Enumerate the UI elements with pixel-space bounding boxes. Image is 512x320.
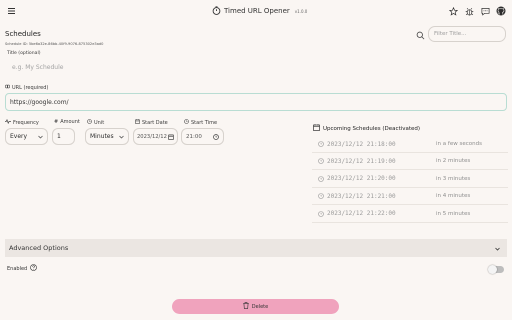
search-icon[interactable]: [414, 29, 426, 41]
upcoming-time: 2023/12/12 21:22:00: [327, 210, 396, 218]
url-label: URL (required): [12, 84, 49, 91]
start-time-value: 21:00: [186, 133, 202, 140]
search-input[interactable]: Filter Title...: [428, 26, 506, 42]
unit-label: Unit: [94, 119, 105, 126]
schedules-title: Schedules: [5, 30, 41, 38]
upcoming-header: Upcoming Schedules (Deactivated): [313, 124, 420, 133]
help-icon[interactable]: [30, 264, 38, 273]
enabled-label: Enabled: [7, 265, 28, 272]
schedule-id: Schedule ID: 5be6a32e-86bb-40f9-9076-875…: [5, 42, 104, 46]
hamburger-menu-icon[interactable]: [5, 5, 17, 17]
timer-icon: [212, 5, 221, 17]
frequency-value: Every: [10, 133, 28, 140]
upcoming-row: 2023/12/12 21:18:00 in a few seconds: [312, 136, 508, 153]
upcoming-relative: in 5 minutes: [436, 210, 471, 217]
clock-icon: [87, 119, 92, 126]
start-time-input[interactable]: 21:00: [181, 128, 224, 145]
hash-icon: #: [54, 119, 59, 125]
calendar-picker-icon[interactable]: [168, 134, 174, 142]
start-date-label-wrap: Start Date: [135, 119, 168, 126]
chevron-down-icon: [119, 134, 124, 141]
clock-icon: [318, 158, 324, 166]
upcoming-relative: in a few seconds: [436, 141, 482, 147]
upcoming-relative: in 4 minutes: [436, 193, 471, 200]
upcoming-time: 2023/12/12 21:19:00: [327, 157, 396, 165]
start-date-input[interactable]: 2023/12/12: [133, 128, 178, 145]
bug-icon[interactable]: [463, 5, 475, 17]
start-time-label: Start Time: [191, 119, 218, 126]
frequency-label-wrap: Frequency: [5, 118, 39, 126]
clock-icon: [318, 210, 324, 219]
delete-label: Delete: [251, 303, 269, 310]
advanced-options-label: Advanced Options: [9, 244, 69, 252]
frequency-select[interactable]: Every: [5, 128, 48, 145]
amount-label: Amount: [60, 119, 80, 125]
frequency-icon: [5, 118, 11, 126]
upcoming-time: 2023/12/12 21:18:00: [327, 140, 396, 148]
start-time-label-wrap: Start Time: [184, 119, 217, 126]
app-version: v1.0.0: [294, 8, 308, 14]
clock-icon: [318, 141, 324, 149]
trash-icon: [243, 302, 249, 311]
unit-value: Minutes: [90, 133, 114, 140]
title-label: Title (optional): [7, 51, 41, 56]
app-title: Timed URL Opener v1.0.0: [212, 5, 307, 17]
link-icon: [5, 84, 10, 91]
upcoming-time: 2023/12/12 21:21:00: [327, 192, 396, 200]
start-date-label: Start Date: [142, 119, 168, 126]
time-picker-icon[interactable]: [213, 134, 219, 142]
title-placeholder: e.g. My Schedule: [12, 64, 64, 71]
enabled-toggle[interactable]: [488, 265, 504, 274]
unit-label-wrap: Unit: [87, 119, 104, 126]
upcoming-title: Upcoming Schedules (Deactivated): [323, 125, 421, 132]
upcoming-relative: in 3 minutes: [436, 175, 471, 182]
chevron-down-icon: [38, 134, 43, 141]
title-input[interactable]: e.g. My Schedule: [5, 58, 507, 77]
clock-icon: [318, 193, 324, 201]
unit-select[interactable]: Minutes: [85, 128, 129, 145]
chat-icon[interactable]: [479, 5, 491, 17]
enabled-row: Enabled: [7, 264, 38, 273]
calendar-icon: [313, 124, 320, 133]
url-label-wrap: URL (required): [5, 84, 48, 91]
upcoming-row: 2023/12/12 21:20:00 in 3 minutes: [312, 171, 508, 188]
delete-button[interactable]: Delete: [172, 299, 339, 314]
upcoming-row: 2023/12/12 21:19:00 in 2 minutes: [312, 153, 508, 171]
header: Timed URL Opener v1.0.0: [0, 0, 512, 22]
upcoming-row: 2023/12/12 21:21:00 in 4 minutes: [312, 188, 508, 206]
upcoming-time: 2023/12/12 21:20:00: [327, 175, 396, 183]
upcoming-row: 2023/12/12 21:22:00 in 5 minutes: [312, 206, 508, 223]
frequency-label: Frequency: [13, 119, 39, 126]
url-input[interactable]: https://google.com/: [5, 93, 507, 111]
star-icon[interactable]: [447, 5, 459, 17]
app-title-text: Timed URL Opener: [224, 7, 290, 15]
amount-value: 1: [57, 133, 61, 140]
upcoming-relative: in 2 minutes: [436, 158, 471, 165]
advanced-options-bar[interactable]: Advanced Options: [5, 239, 507, 257]
clock-icon: [318, 175, 324, 184]
calendar-icon: [135, 119, 140, 126]
github-icon[interactable]: [495, 5, 507, 17]
url-value: https://google.com/: [10, 98, 69, 106]
chevron-down-icon: [495, 246, 500, 253]
search-placeholder: Filter Title...: [434, 31, 467, 37]
toggle-knob: [488, 265, 497, 274]
amount-input[interactable]: 1: [52, 128, 75, 145]
amount-label-wrap: # Amount: [54, 119, 80, 125]
clock-icon: [184, 119, 189, 126]
start-date-value: 2023/12/12: [137, 133, 167, 140]
